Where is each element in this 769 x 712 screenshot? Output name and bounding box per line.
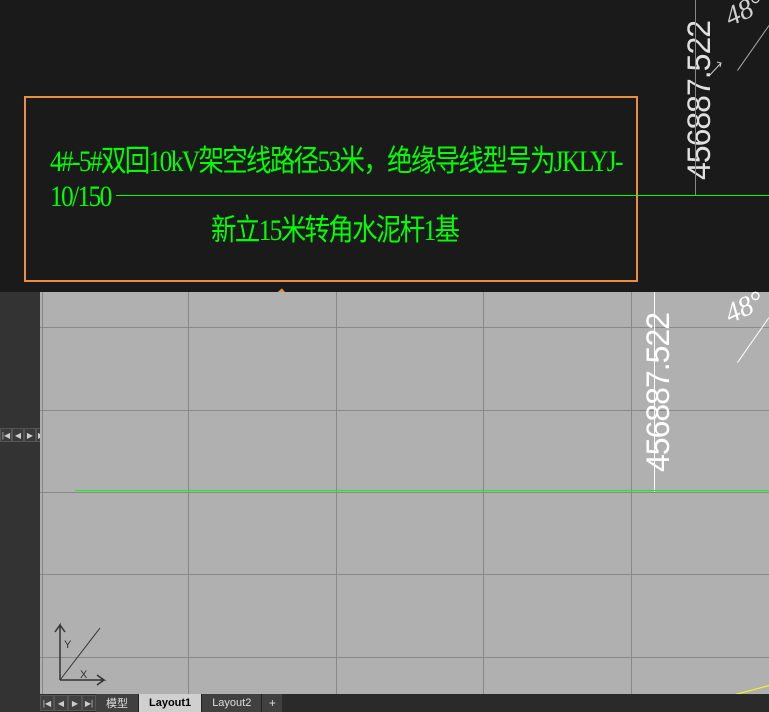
angle-leader-upper	[737, 25, 769, 71]
drawing-green-line	[75, 490, 769, 491]
tab-layout2[interactable]: Layout2	[202, 694, 262, 712]
dimension-text-upper: 456887.522	[681, 21, 718, 180]
tab-add-button[interactable]: +	[262, 694, 282, 712]
model-space-viewport[interactable]: 4#-5#双回10kV架空线路径53米，绝缘导线型号为JKLYJ-10/150 …	[0, 0, 769, 292]
grid-line-v	[631, 292, 632, 694]
angle-text-lower: 48°	[720, 285, 769, 331]
dimension-line-lower	[654, 292, 655, 492]
angle-arrow-upper-icon	[709, 58, 729, 78]
grid-line-v	[483, 292, 484, 694]
grid-line-h	[40, 657, 769, 658]
dimension-text-lower: 456887.522	[640, 313, 677, 472]
grid-line-h	[40, 492, 769, 493]
tab-nav-last-button[interactable]: ▶|	[82, 695, 96, 711]
annotation-underline	[116, 195, 769, 196]
layout-paper-space[interactable]: 456887.522 48° Y X	[40, 292, 769, 694]
tab-nav-next-button[interactable]: ▶	[68, 695, 82, 711]
grid-line-v	[188, 292, 189, 694]
grid-line-h	[40, 574, 769, 575]
tab-layout1[interactable]: Layout1	[139, 694, 202, 712]
scroll-prev-button[interactable]: ◀	[12, 428, 24, 442]
annotation-text-line1: 4#-5#双回10kV架空线路径53米，绝缘导线型号为JKLYJ-10/150	[50, 136, 661, 214]
svg-text:Y: Y	[64, 639, 72, 651]
layout-tab-bar: |◀ ◀ ▶ ▶| 模型 Layout1 Layout2 +	[40, 694, 769, 712]
tab-nav-first-button[interactable]: |◀	[40, 695, 54, 711]
grid-line-v	[42, 292, 43, 694]
scroll-first-button[interactable]: |◀	[0, 428, 12, 442]
tab-model[interactable]: 模型	[96, 694, 139, 712]
tab-nav-prev-button[interactable]: ◀	[54, 695, 68, 711]
angle-text-upper: 48°	[720, 0, 769, 34]
dimension-line-upper	[695, 0, 696, 195]
annotation-text-line2: 新立15米转角水泥杆1基	[211, 205, 458, 249]
ucs-icon: Y X	[52, 620, 108, 686]
grid-line-v	[336, 292, 337, 694]
scroll-next-button[interactable]: ▶	[24, 428, 36, 442]
svg-text:X: X	[80, 669, 88, 681]
